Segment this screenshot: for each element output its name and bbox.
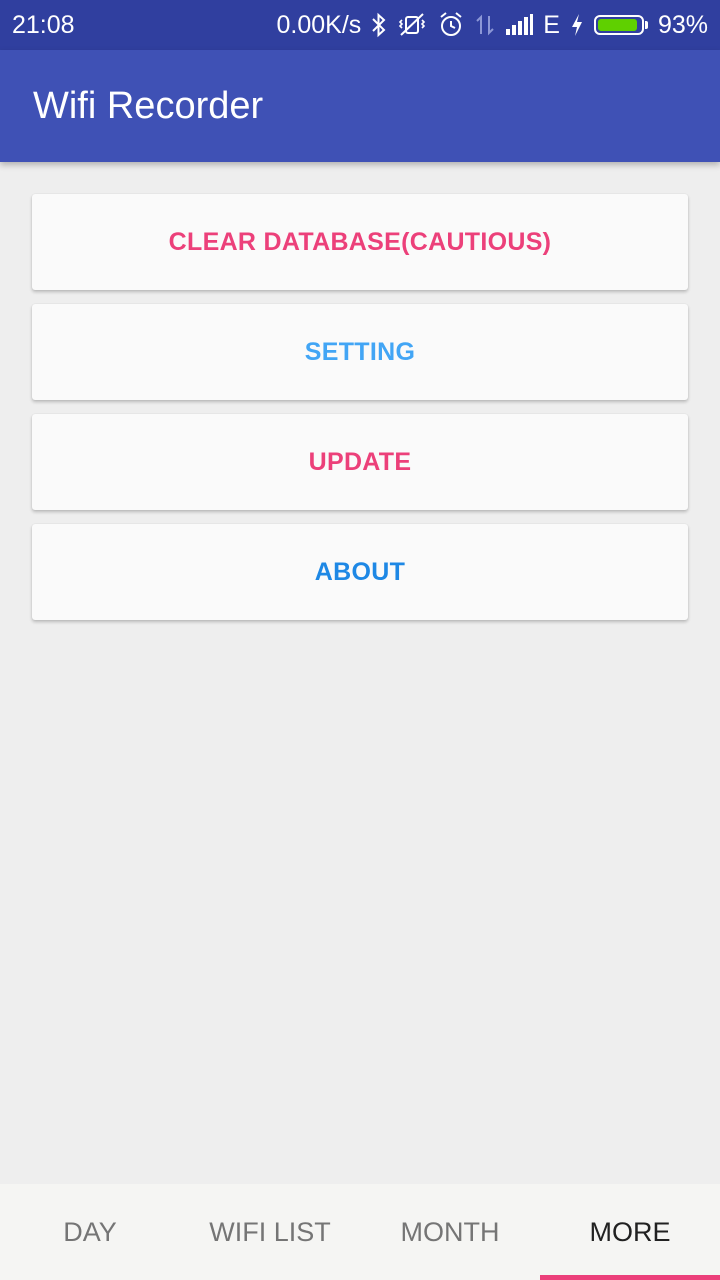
signal-icon — [505, 10, 534, 40]
network-type: E — [543, 10, 560, 39]
tab-month[interactable]: MONTH — [360, 1184, 540, 1280]
alarm-icon — [437, 10, 465, 40]
status-icons: 0.00K/s E 93% — [276, 10, 708, 40]
update-button[interactable]: UPDATE — [32, 414, 688, 510]
tab-indicator — [0, 1275, 180, 1280]
tab-label: WIFI LIST — [209, 1216, 331, 1247]
tab-label: MONTH — [400, 1216, 500, 1247]
tab-day[interactable]: DAY — [0, 1184, 180, 1280]
battery-body — [593, 15, 644, 35]
setting-button[interactable]: SETTING — [32, 304, 688, 400]
tab-label: MORE — [589, 1216, 671, 1247]
tab-wifi-list[interactable]: WIFI LIST — [180, 1184, 360, 1280]
battery-percent: 93% — [657, 10, 708, 39]
tab-indicator — [360, 1275, 540, 1280]
tab-more[interactable]: MORE — [540, 1184, 720, 1280]
battery-tip — [644, 21, 648, 29]
status-bar: 21:08 0.00K/s E 93% — [0, 0, 720, 50]
about-button[interactable]: ABOUT — [32, 524, 688, 620]
battery-fill — [597, 19, 637, 31]
content-area: CLEAR DATABASE(CAUTIOUS) SETTING UPDATE … — [0, 162, 720, 1184]
vibrate-off-icon — [397, 10, 427, 40]
bluetooth-icon — [371, 10, 387, 40]
tab-label: DAY — [63, 1216, 117, 1247]
app-bar: Wifi Recorder — [0, 50, 720, 162]
bottom-navigation: DAY WIFI LIST MONTH MORE — [0, 1184, 720, 1280]
net-speed: 0.00K/s — [276, 10, 362, 39]
charging-icon — [570, 10, 584, 40]
data-arrows-icon — [475, 10, 495, 40]
battery-icon — [593, 15, 648, 35]
status-time: 21:08 — [12, 10, 75, 39]
tab-indicator — [540, 1275, 720, 1280]
app-title: Wifi Recorder — [33, 84, 264, 127]
tab-indicator — [180, 1275, 360, 1280]
clear-database-button[interactable]: CLEAR DATABASE(CAUTIOUS) — [32, 194, 688, 290]
